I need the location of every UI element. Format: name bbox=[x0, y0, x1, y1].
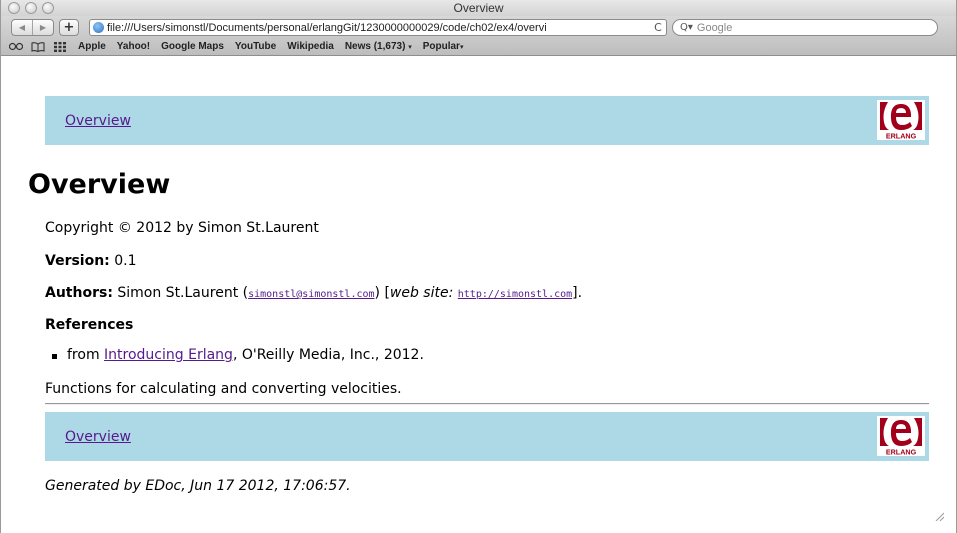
website-label: web site: bbox=[389, 285, 454, 301]
address-bar[interactable]: file:///Users/simonstl/Documents/persona… bbox=[89, 19, 667, 36]
back-forward-buttons: ◀ ▶ bbox=[11, 19, 54, 36]
author-end: ]. bbox=[572, 285, 583, 301]
globe-icon bbox=[93, 22, 104, 33]
bookmarks-icon[interactable] bbox=[31, 41, 45, 52]
add-bookmark-button[interactable]: + bbox=[59, 19, 79, 36]
bookmark-youtube[interactable]: YouTube bbox=[235, 41, 276, 52]
reload-icon[interactable]: C bbox=[650, 21, 666, 34]
url-text[interactable]: file:///Users/simonstl/Documents/persona… bbox=[107, 22, 650, 34]
erlang-logo[interactable]: ERLANG bbox=[877, 100, 925, 140]
author-mid: ) [ bbox=[374, 285, 390, 301]
bookmark-google-maps[interactable]: Google Maps bbox=[161, 41, 224, 52]
window-title: Overview bbox=[453, 1, 504, 15]
bookmarks-bar: Apple Yahoo! Google Maps YouTube Wikiped… bbox=[9, 39, 474, 54]
page-title: Overview bbox=[28, 169, 171, 200]
back-icon[interactable]: ◀ bbox=[12, 20, 32, 35]
introducing-erlang-link[interactable]: Introducing Erlang bbox=[104, 347, 233, 363]
reference-prefix: from bbox=[67, 347, 105, 363]
copyright-line: Copyright © 2012 by Simon St.Laurent bbox=[45, 220, 319, 236]
chevron-down-icon: ▾ bbox=[408, 44, 412, 51]
chevron-down-icon: ▾ bbox=[459, 44, 464, 51]
version-label: Version: bbox=[45, 253, 110, 269]
erlang-logo[interactable]: ERLANG bbox=[877, 416, 925, 456]
website-link[interactable]: http://simonstl.com bbox=[458, 289, 572, 300]
title-bar: Overview bbox=[1, 0, 956, 16]
bookmark-yahoo[interactable]: Yahoo! bbox=[117, 41, 150, 52]
version-line: Version: 0.1 bbox=[45, 253, 137, 269]
overview-link-top[interactable]: Overview bbox=[65, 113, 131, 129]
references-heading: References bbox=[45, 317, 133, 333]
overview-link-bottom[interactable]: Overview bbox=[65, 429, 131, 445]
bookmark-popular-label: Popular bbox=[422, 41, 460, 52]
navbar-top: Overview ERLANG bbox=[45, 96, 929, 145]
bookmark-popular-folder[interactable]: Popular▾ bbox=[423, 41, 464, 52]
browser-window: Overview ◀ ▶ + file:///Users/simonstl/Do… bbox=[0, 0, 957, 533]
list-bullet bbox=[52, 354, 57, 359]
logo-text: ERLANG bbox=[886, 132, 917, 141]
reference-suffix: , O'Reilly Media, Inc., 2012. bbox=[232, 347, 424, 363]
divider bbox=[45, 403, 929, 405]
author-name: Simon St.Laurent ( bbox=[117, 285, 249, 301]
bookmark-wikipedia[interactable]: Wikipedia bbox=[287, 41, 334, 52]
bookmark-news-folder[interactable]: News (1,673) ▾ bbox=[345, 41, 412, 52]
top-sites-icon[interactable] bbox=[54, 41, 66, 52]
navbar-bottom: Overview ERLANG bbox=[45, 412, 929, 461]
search-placeholder: Google bbox=[696, 21, 733, 34]
authors-label: Authors: bbox=[45, 285, 113, 301]
browser-toolbar: ◀ ▶ + file:///Users/simonstl/Documents/p… bbox=[1, 16, 956, 56]
module-description: Functions for calculating and converting… bbox=[45, 381, 402, 397]
reading-list-icon[interactable] bbox=[9, 42, 23, 51]
generated-footer: Generated by EDoc, Jun 17 2012, 17:06:57… bbox=[45, 478, 351, 494]
page-content: Overview ERLANG Overview Copyright © 201… bbox=[1, 57, 956, 533]
reference-item: from Introducing Erlang, O'Reilly Media,… bbox=[67, 347, 424, 363]
bookmark-news-label: News (1,673) bbox=[344, 41, 406, 52]
logo-text: ERLANG bbox=[886, 448, 917, 457]
authors-line: Authors: Simon St.Laurent (simonstl@simo… bbox=[45, 285, 582, 301]
version-value: 0.1 bbox=[114, 253, 137, 269]
search-field[interactable]: Q▾ Google bbox=[672, 19, 938, 36]
author-email-link[interactable]: simonstl@simonstl.com bbox=[248, 289, 374, 300]
generated-text: Generated by EDoc, Jun 17 2012, 17:06:57… bbox=[45, 478, 351, 494]
bookmark-apple[interactable]: Apple bbox=[78, 41, 106, 52]
references-heading-text: References bbox=[45, 317, 134, 333]
search-icon[interactable]: Q▾ bbox=[680, 22, 693, 33]
forward-icon[interactable]: ▶ bbox=[32, 20, 53, 35]
resize-grip-icon[interactable] bbox=[934, 511, 944, 521]
